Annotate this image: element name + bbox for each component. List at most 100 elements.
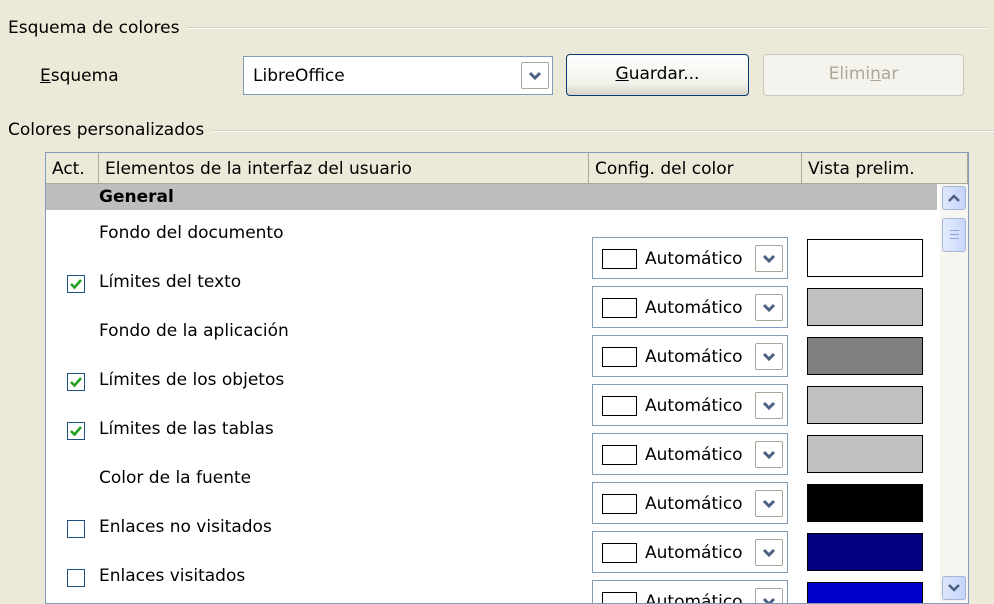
row-label: Fondo de la aplicación — [99, 321, 289, 341]
table-row[interactable]: Límites de las tablas Automático — [46, 419, 937, 475]
scroll-down-button[interactable] — [942, 576, 966, 600]
color-dropdown-button[interactable] — [755, 441, 783, 468]
color-dropdown-value: Automático — [645, 298, 743, 318]
chevron-down-icon — [762, 450, 776, 459]
color-dropdown[interactable]: Automático — [592, 580, 788, 604]
chevron-down-icon — [528, 71, 542, 80]
checkmark-icon — [70, 377, 82, 388]
color-preview — [807, 533, 923, 571]
category-row-general[interactable]: General — [46, 184, 937, 210]
checkmark-icon — [70, 279, 82, 290]
table-row[interactable]: Fondo de la aplicación Automático — [46, 321, 937, 377]
scheme-dropdown[interactable]: LibreOffice — [243, 56, 553, 95]
color-dropdown-value: Automático — [645, 592, 743, 604]
row-label: Fondo del documento — [99, 223, 284, 243]
table-row[interactable]: Fondo del documento Automático — [46, 223, 937, 279]
color-dropdown-button[interactable] — [755, 245, 783, 272]
scheme-label: Esquema — [40, 66, 119, 86]
color-preview — [807, 435, 923, 473]
row-label: Enlaces visitados — [99, 566, 246, 586]
delete-button-label-a: Elimi — [828, 64, 871, 84]
row-label: Límites de los objetos — [99, 370, 285, 390]
color-dropdown-value: Automático — [645, 249, 743, 269]
row-label: Límites del texto — [99, 272, 242, 292]
delete-button-mnemonic: n — [870, 64, 881, 84]
delete-button-label-b: ar — [880, 64, 899, 84]
scroll-up-button[interactable] — [942, 186, 966, 210]
save-button-rest: uardar... — [628, 64, 700, 84]
custom-section-title: Colores personalizados — [8, 120, 213, 140]
row-label: Enlaces no visitados — [99, 517, 272, 537]
color-swatch — [602, 592, 637, 603]
table-row[interactable]: Límites del texto Automático — [46, 272, 937, 328]
chevron-down-icon — [762, 303, 776, 312]
table-header: Act. Elementos de la interfaz del usuari… — [46, 153, 968, 184]
save-button-mnemonic: G — [615, 64, 629, 84]
delete-button[interactable]: Eliminar — [763, 54, 964, 96]
vertical-scrollbar[interactable] — [940, 184, 968, 602]
header-active[interactable]: Act. — [46, 153, 99, 183]
checkmark-icon — [70, 426, 82, 437]
color-dropdown-value: Automático — [645, 396, 743, 416]
color-dropdown-button[interactable] — [755, 539, 783, 566]
color-dropdown-button[interactable] — [755, 294, 783, 321]
chevron-down-icon — [948, 584, 960, 592]
color-dropdown[interactable]: Automático — [592, 286, 788, 328]
chevron-down-icon — [762, 254, 776, 263]
chevron-down-icon — [762, 548, 776, 557]
color-dropdown[interactable]: Automático — [592, 335, 788, 377]
color-swatch — [602, 445, 637, 465]
color-dropdown-value: Automático — [645, 543, 743, 563]
table-row[interactable]: Límites de los objetos Automático — [46, 370, 937, 426]
table-row[interactable]: Enlaces visitados Automático — [46, 566, 937, 604]
category-label: General — [99, 187, 174, 207]
table-row[interactable]: Color de la fuente Automático — [46, 468, 937, 524]
color-dropdown-value: Automático — [645, 494, 743, 514]
row-checkbox[interactable] — [67, 422, 85, 440]
color-dropdown-value: Automático — [645, 445, 743, 465]
color-dropdown-button[interactable] — [755, 343, 783, 370]
row-checkbox[interactable] — [67, 275, 85, 293]
chevron-down-icon — [762, 499, 776, 508]
color-swatch — [602, 396, 637, 416]
row-checkbox[interactable] — [67, 373, 85, 391]
color-dropdown[interactable]: Automático — [592, 482, 788, 524]
chevron-up-icon — [948, 194, 960, 202]
save-button[interactable]: Guardar... — [566, 54, 749, 96]
color-dropdown-button[interactable] — [755, 490, 783, 517]
color-preview — [807, 337, 923, 375]
chevron-down-icon — [762, 401, 776, 410]
chevron-down-icon — [762, 597, 776, 603]
color-dropdown[interactable]: Automático — [592, 384, 788, 426]
scheme-label-mnemonic: E — [40, 66, 51, 86]
scheme-label-rest: squema — [50, 66, 119, 86]
header-element[interactable]: Elementos de la interfaz del usuario — [99, 153, 589, 183]
color-swatch — [602, 347, 637, 367]
row-checkbox[interactable] — [67, 520, 85, 538]
scroll-thumb[interactable] — [942, 218, 966, 252]
row-label: Límites de las tablas — [99, 419, 274, 439]
header-color[interactable]: Config. del color — [589, 153, 802, 183]
color-swatch — [602, 494, 637, 514]
row-checkbox[interactable] — [67, 569, 85, 587]
color-table: Act. Elementos de la interfaz del usuari… — [45, 152, 969, 604]
scheme-dropdown-value: LibreOffice — [253, 66, 345, 86]
color-preview — [807, 582, 923, 603]
color-preview — [807, 288, 923, 326]
header-preview[interactable]: Vista prelim. — [802, 153, 968, 183]
chevron-down-icon — [762, 352, 776, 361]
color-preview — [807, 386, 923, 424]
color-dropdown[interactable]: Automático — [592, 433, 788, 475]
row-label: Color de la fuente — [99, 468, 252, 488]
scheme-section-title: Esquema de colores — [8, 18, 188, 38]
table-row[interactable]: Enlaces no visitados Automático — [46, 517, 937, 573]
color-dropdown-button[interactable] — [755, 588, 783, 603]
color-swatch — [602, 298, 637, 318]
color-dropdown[interactable]: Automático — [592, 531, 788, 573]
color-swatch — [602, 543, 637, 563]
color-dropdown-value: Automático — [645, 347, 743, 367]
scheme-dropdown-button[interactable] — [521, 62, 549, 89]
color-preview — [807, 484, 923, 522]
color-dropdown[interactable]: Automático — [592, 237, 788, 279]
color-dropdown-button[interactable] — [755, 392, 783, 419]
